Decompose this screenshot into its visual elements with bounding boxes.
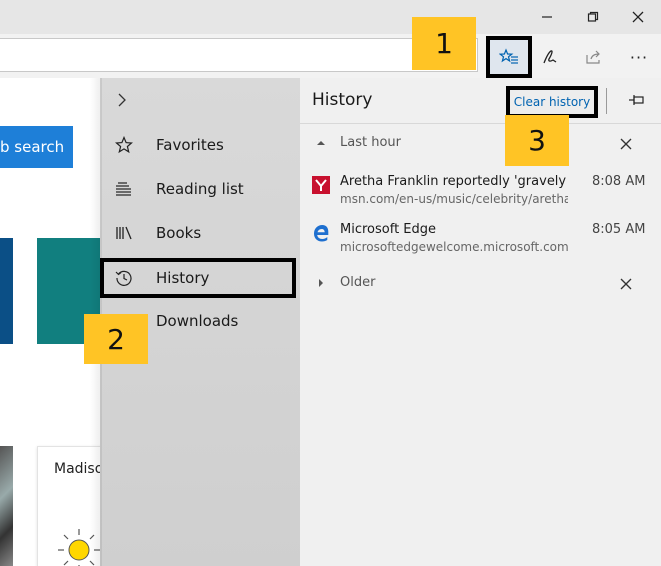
address-bar[interactable] [0,38,478,72]
books-icon [112,221,136,245]
favorites-hub-icon [499,48,518,64]
restore-button[interactable] [570,0,616,34]
hub-item-books[interactable]: Books [100,214,300,252]
step-callout-3: 3 [505,115,569,166]
caret-collapsed-icon [319,279,323,287]
history-entry[interactable]: Microsoft Edge microsoftedgewelcome.micr… [300,222,661,266]
more-icon: ··· [629,47,649,67]
msn-icon [312,176,330,194]
group-label: Last hour [340,135,401,150]
news-tile[interactable] [0,238,13,344]
restore-icon [587,11,599,22]
edge-icon [314,225,329,242]
pin-panel-button[interactable] [624,88,650,112]
close-icon[interactable] [618,276,634,292]
share-button[interactable] [572,40,616,74]
hub-button[interactable] [486,36,532,78]
history-icon [112,266,136,290]
web-search-button[interactable]: b search [0,126,73,168]
hub-item-label: Reading list [156,180,244,198]
step-callout-1: 1 [412,17,476,70]
panel-divider [300,123,661,124]
entry-url: msn.com/en-us/music/celebrity/aretha- [340,192,568,206]
hub-item-label: History [156,269,210,287]
minimize-icon [542,16,552,18]
minimize-button[interactable] [524,0,570,34]
close-icon[interactable] [618,136,634,152]
history-group-older[interactable]: Older [300,272,661,296]
group-label: Older [340,275,376,290]
chevron-right-icon [118,93,126,107]
expand-hub-button[interactable] [112,88,132,112]
history-entry[interactable]: Aretha Franklin reportedly 'gravely ill,… [300,174,661,218]
star-icon [112,133,136,157]
hub-item-favorites[interactable]: Favorites [100,126,300,164]
share-icon [586,50,600,64]
entry-time: 8:08 AM [592,174,646,189]
close-window-button[interactable] [615,0,661,34]
close-icon [632,11,644,23]
history-panel: History Clear history Last hour Aretha F… [300,78,661,566]
history-group-last-hour[interactable]: Last hour [300,132,661,156]
panel-title: History [312,90,373,110]
hub-item-reading-list[interactable]: Reading list [100,170,300,208]
caret-expanded-icon [317,141,325,145]
image-tile[interactable] [0,446,13,566]
pin-icon [629,95,644,105]
entry-title: Microsoft Edge [340,222,437,237]
reading-list-icon [112,177,136,201]
hub-item-label: Downloads [156,312,239,330]
entry-time: 8:05 AM [592,222,646,237]
title-bar [0,0,661,34]
step-callout-2: 2 [84,314,148,364]
web-note-button[interactable] [528,40,572,74]
hub-item-label: Books [156,224,202,242]
entry-title: Aretha Franklin reportedly 'gravely ill,… [340,174,568,189]
clear-history-link[interactable]: Clear history [506,86,598,118]
hub-item-history[interactable]: History [100,258,296,298]
web-note-icon [543,50,557,64]
entry-url: microsoftedgewelcome.microsoft.com/e [340,240,568,254]
more-button[interactable]: ··· [617,40,661,74]
toolbar-divider [606,88,607,114]
hub-item-label: Favorites [156,136,224,154]
